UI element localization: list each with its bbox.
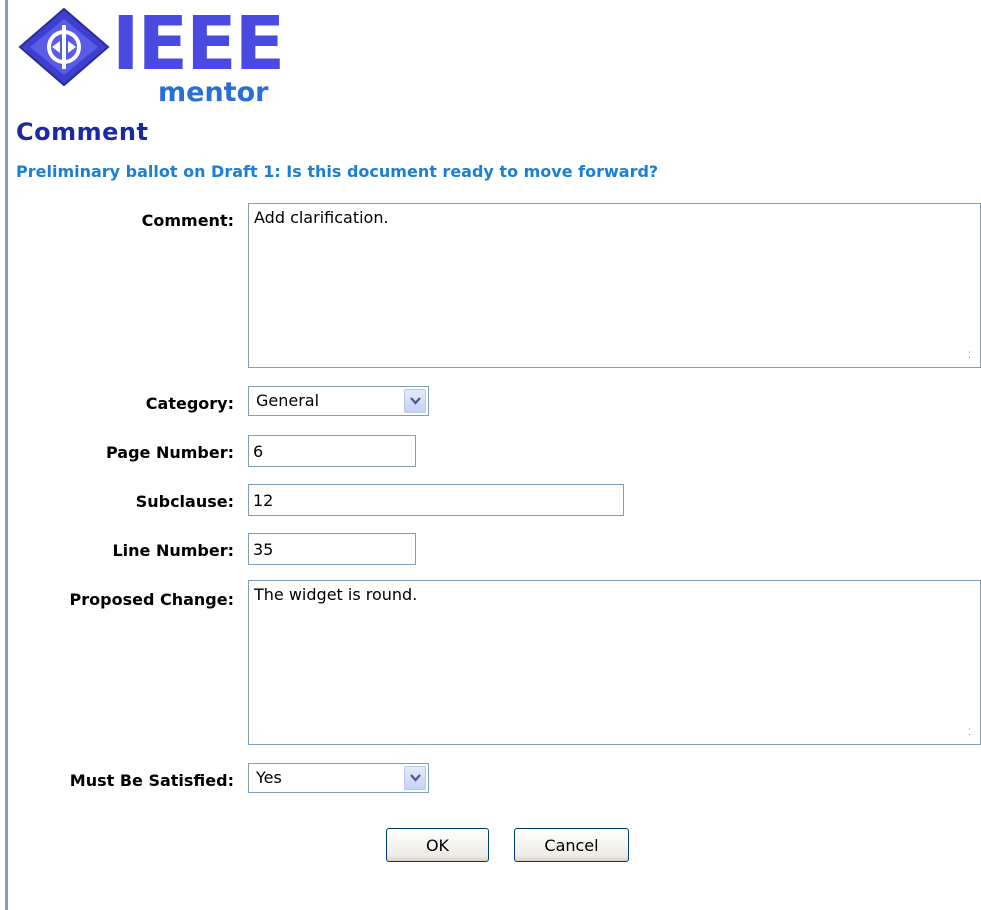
cancel-button[interactable]: Cancel xyxy=(514,828,629,862)
must-be-satisfied-select[interactable]: Yes xyxy=(248,763,429,793)
proposed-change-label: Proposed Change: xyxy=(69,590,234,609)
resize-grip-icon[interactable]: ⁚ xyxy=(968,352,976,361)
must-be-satisfied-selected-value: Yes xyxy=(256,768,282,787)
page-title: Comment xyxy=(16,118,149,146)
category-select[interactable]: General xyxy=(248,386,429,416)
category-label: Category: xyxy=(145,394,234,413)
line-number-label: Line Number: xyxy=(112,541,234,560)
comment-textarea[interactable]: Add clarification. xyxy=(248,203,981,368)
proposed-change-textarea[interactable]: The widget is round. xyxy=(248,580,981,745)
line-number-field[interactable] xyxy=(248,533,416,565)
comment-label: Comment: xyxy=(141,211,234,230)
left-border xyxy=(5,0,8,910)
ballot-subtitle: Preliminary ballot on Draft 1: Is this d… xyxy=(16,162,659,181)
subclause-label: Subclause: xyxy=(135,492,234,511)
ok-button[interactable]: OK xyxy=(386,828,489,862)
category-selected-value: General xyxy=(256,391,320,410)
chevron-down-icon[interactable] xyxy=(404,389,426,413)
logo-brand-text: IEEE xyxy=(112,1,285,87)
subclause-field[interactable] xyxy=(248,484,624,516)
page: IEEE mentor Comment Preliminary ballot o… xyxy=(0,0,981,910)
chevron-down-icon[interactable] xyxy=(404,766,426,790)
ieee-mentor-logo: IEEE mentor xyxy=(16,1,306,115)
page-number-label: Page Number: xyxy=(105,443,234,462)
must-be-satisfied-label: Must Be Satisfied: xyxy=(69,771,234,790)
resize-grip-icon[interactable]: ⁚ xyxy=(968,729,976,738)
logo-product-text: mentor xyxy=(158,77,269,108)
page-number-field[interactable] xyxy=(248,435,416,467)
